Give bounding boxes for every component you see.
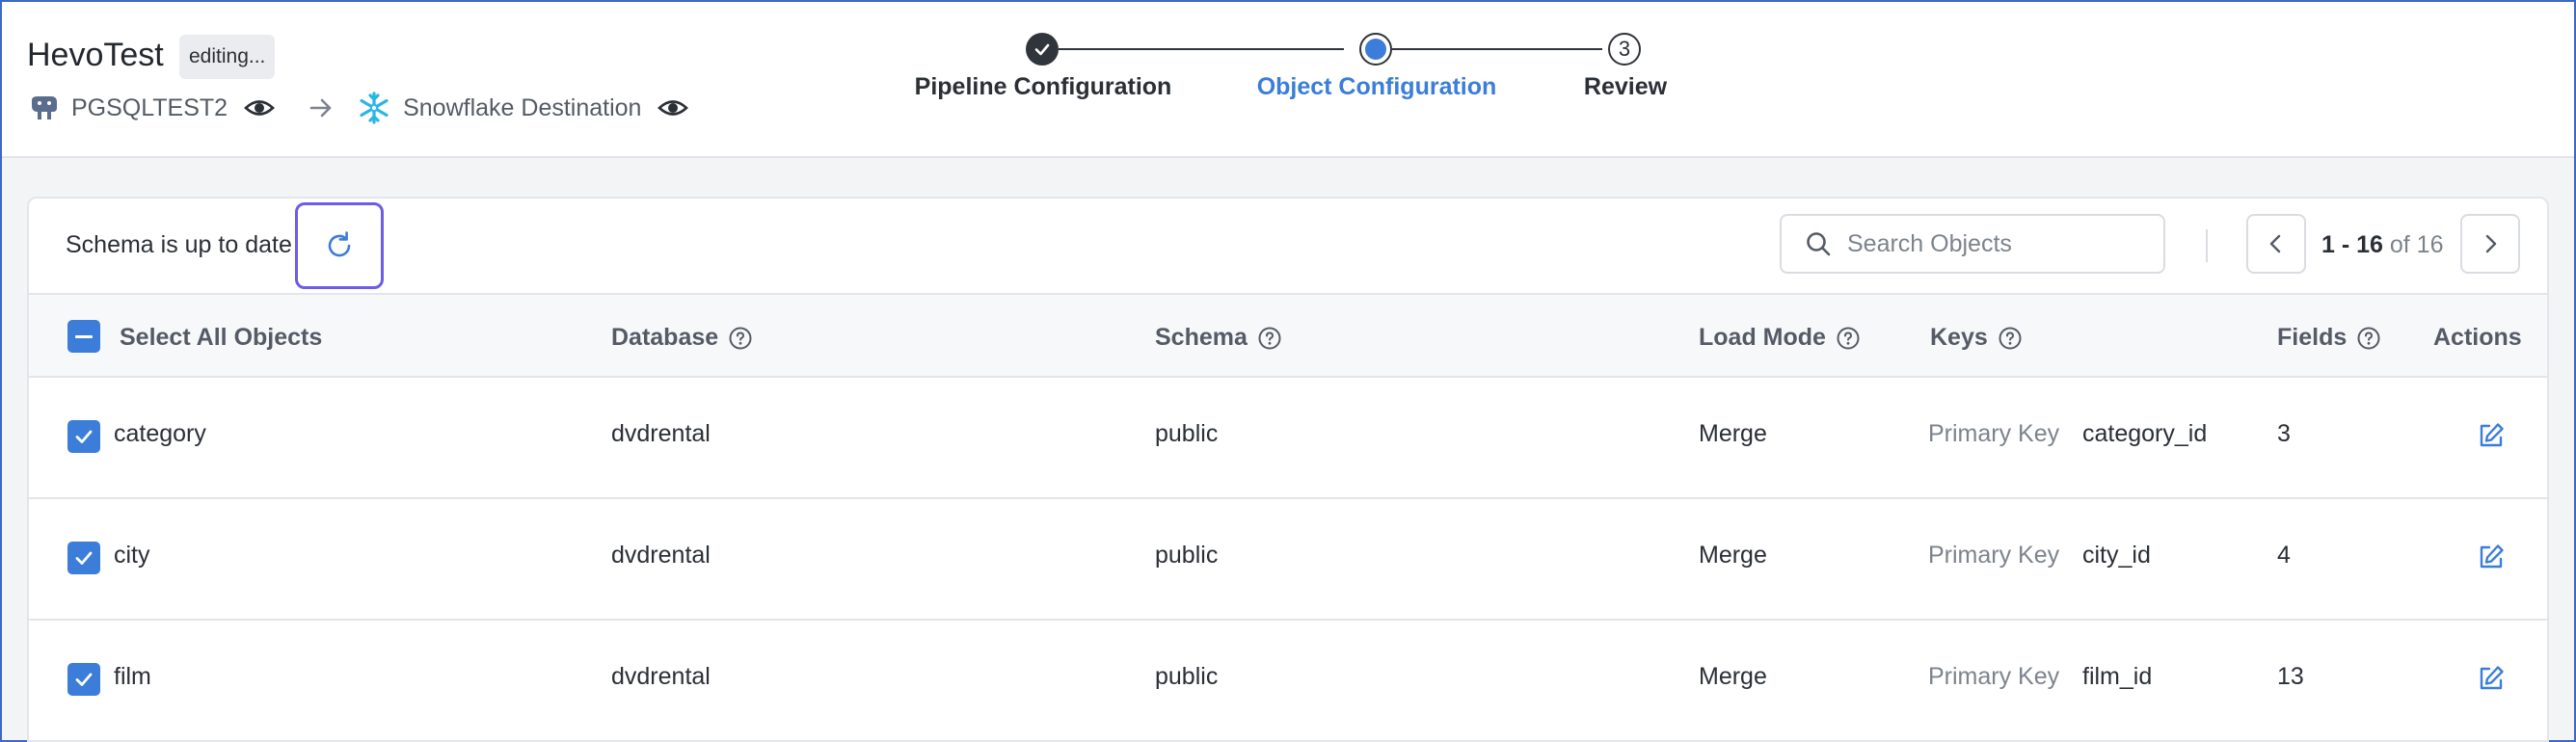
objects-table-header: Select All Objects Database Schema Load … bbox=[29, 293, 2547, 378]
fields-count: 4 bbox=[2277, 542, 2291, 569]
load-mode-value: Merge bbox=[1699, 663, 1767, 690]
next-page-button[interactable] bbox=[2460, 214, 2520, 274]
object-name: city bbox=[114, 542, 150, 569]
help-icon[interactable] bbox=[1836, 326, 1861, 351]
key-type: Primary Key bbox=[1928, 542, 2060, 569]
column-actions: Actions bbox=[2433, 324, 2522, 352]
step-done-check-icon bbox=[1026, 33, 1059, 66]
help-icon[interactable] bbox=[2356, 326, 2381, 351]
database-value: dvdrental bbox=[611, 663, 711, 690]
schema-status-text: Schema is up to date bbox=[66, 231, 292, 258]
search-objects-input[interactable] bbox=[1847, 229, 2156, 258]
step-review[interactable]: Review bbox=[1584, 73, 1667, 101]
edit-object-button[interactable] bbox=[2476, 663, 2507, 694]
column-schema: Schema bbox=[1155, 324, 1282, 352]
schema-value: public bbox=[1155, 542, 1219, 569]
key-value: city_id bbox=[2082, 542, 2151, 569]
actions-header-label: Actions bbox=[2433, 324, 2522, 351]
edit-object-button[interactable] bbox=[2476, 420, 2507, 451]
objects-toolbar: Schema is up to date 1 - 16 of 16 bbox=[29, 199, 2547, 295]
progress-stepper: 3 Pipeline Configuration Object Configur… bbox=[2, 2, 2574, 156]
column-fields: Fields bbox=[2277, 324, 2381, 352]
previous-page-button[interactable] bbox=[2246, 214, 2306, 274]
key-type: Primary Key bbox=[1928, 420, 2060, 447]
row-checkbox[interactable] bbox=[67, 420, 100, 453]
fields-header-label: Fields bbox=[2277, 324, 2348, 351]
edit-icon bbox=[2480, 666, 2504, 690]
fields-count: 3 bbox=[2277, 420, 2291, 447]
column-select-all[interactable]: Select All Objects bbox=[120, 324, 322, 352]
edit-object-button[interactable] bbox=[2476, 542, 2507, 572]
pagination-total: of 16 bbox=[2389, 231, 2444, 258]
step-object-configuration[interactable]: Object Configuration bbox=[1257, 73, 1497, 101]
key-value: film_id bbox=[2082, 663, 2153, 690]
refresh-icon bbox=[328, 231, 351, 257]
pipeline-header: HevoTest editing... PGSQLTEST2 Snowflake… bbox=[2, 2, 2574, 158]
help-icon[interactable] bbox=[728, 326, 753, 351]
table-row[interactable]: city dvdrental public Merge Primary Key … bbox=[29, 499, 2547, 621]
chevron-left-icon bbox=[2269, 234, 2281, 253]
table-row[interactable]: film dvdrental public Merge Primary Key … bbox=[29, 621, 2547, 742]
table-row[interactable]: category dvdrental public Merge Primary … bbox=[29, 378, 2547, 499]
step-pipeline-configuration[interactable]: Pipeline Configuration bbox=[915, 73, 1172, 101]
schema-header-label: Schema bbox=[1155, 324, 1248, 351]
key-value: category_id bbox=[2082, 420, 2208, 447]
step-connector bbox=[1059, 48, 1344, 50]
pagination-label: 1 - 16 of 16 bbox=[2321, 231, 2444, 259]
schema-value: public bbox=[1155, 663, 1219, 690]
edit-icon bbox=[2480, 423, 2504, 447]
checkmark-icon bbox=[75, 430, 93, 443]
toolbar-divider bbox=[2206, 229, 2208, 262]
row-checkbox[interactable] bbox=[67, 542, 100, 574]
fields-count: 13 bbox=[2277, 663, 2304, 690]
help-icon[interactable] bbox=[1257, 326, 1282, 351]
row-checkbox[interactable] bbox=[67, 663, 100, 696]
database-value: dvdrental bbox=[611, 542, 711, 569]
checkmark-icon bbox=[75, 551, 93, 565]
pagination-range: 1 - 16 bbox=[2321, 231, 2383, 258]
edit-icon bbox=[2480, 544, 2504, 569]
load-mode-value: Merge bbox=[1699, 420, 1767, 447]
column-load-mode: Load Mode bbox=[1699, 324, 1861, 352]
indeterminate-icon bbox=[75, 334, 93, 338]
load-mode-header-label: Load Mode bbox=[1699, 324, 1826, 351]
keys-header-label: Keys bbox=[1930, 324, 1988, 351]
step-connector bbox=[1392, 48, 1602, 50]
database-header-label: Database bbox=[611, 324, 719, 351]
select-all-label: Select All Objects bbox=[120, 324, 323, 351]
search-objects-box[interactable] bbox=[1780, 214, 2165, 274]
step-active-dot-icon bbox=[1359, 33, 1392, 66]
search-icon bbox=[1807, 232, 1831, 256]
key-type: Primary Key bbox=[1928, 663, 2060, 690]
step-number: 3 bbox=[1608, 33, 1641, 66]
refresh-schema-button[interactable] bbox=[295, 202, 384, 289]
checkmark-icon bbox=[75, 673, 93, 686]
load-mode-value: Merge bbox=[1699, 542, 1767, 569]
chevron-right-icon bbox=[2485, 234, 2497, 253]
schema-value: public bbox=[1155, 420, 1219, 447]
help-icon[interactable] bbox=[1998, 326, 2023, 351]
database-value: dvdrental bbox=[611, 420, 711, 447]
objects-card: Schema is up to date 1 - 16 of 16 bbox=[27, 197, 2549, 742]
select-all-checkbox[interactable] bbox=[67, 320, 100, 353]
column-database: Database bbox=[611, 324, 753, 352]
object-name: film bbox=[114, 663, 151, 690]
column-keys: Keys bbox=[1930, 324, 2023, 352]
object-name: category bbox=[114, 420, 206, 447]
